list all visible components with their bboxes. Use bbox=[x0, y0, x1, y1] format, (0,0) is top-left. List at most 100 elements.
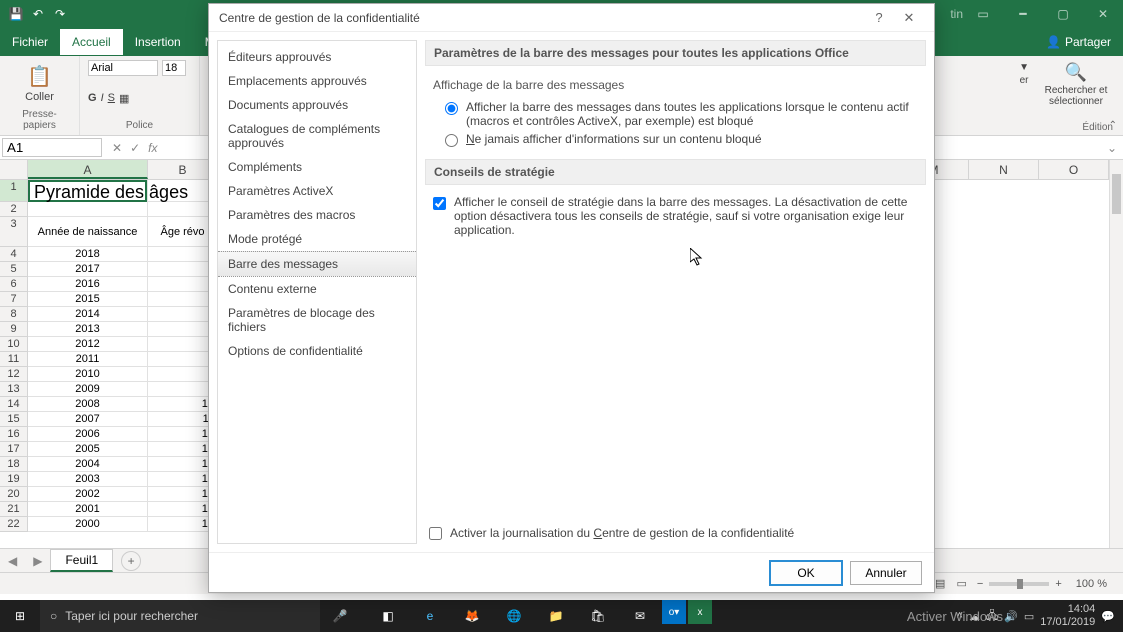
cancel-formula-icon[interactable]: ✕ bbox=[112, 141, 122, 155]
cell-a1-title[interactable]: Pyramide des âges bbox=[28, 180, 147, 202]
row-header[interactable]: 1 bbox=[0, 180, 27, 202]
col-header[interactable]: A bbox=[28, 160, 148, 179]
cell[interactable]: 2010 bbox=[28, 367, 148, 382]
cell[interactable]: 2016 bbox=[28, 277, 148, 292]
font-name-input[interactable] bbox=[88, 60, 158, 76]
cell[interactable]: Année de naissance bbox=[28, 217, 148, 247]
bold-button[interactable]: G bbox=[88, 92, 97, 104]
row-header[interactable]: 14 bbox=[0, 397, 27, 412]
row-header[interactable]: 22 bbox=[0, 517, 27, 532]
undo-icon[interactable]: ↶ bbox=[30, 6, 46, 22]
cell[interactable]: 2012 bbox=[28, 337, 148, 352]
sidebar-item[interactable]: Contenu externe bbox=[218, 277, 416, 301]
check-logging[interactable]: Activer la journalisation du Centre de g… bbox=[425, 518, 926, 544]
enter-formula-icon[interactable]: ✓ bbox=[130, 141, 140, 155]
cell[interactable]: 2002 bbox=[28, 487, 148, 502]
radio-never-show-input[interactable] bbox=[445, 134, 458, 147]
row-header[interactable]: 18 bbox=[0, 457, 27, 472]
ribbon-options-icon[interactable]: ▭ bbox=[963, 0, 1003, 28]
name-box[interactable] bbox=[2, 138, 102, 157]
chrome-icon[interactable]: 🌐 bbox=[494, 600, 534, 632]
cell[interactable]: 2006 bbox=[28, 427, 148, 442]
store-icon[interactable]: 🛍 bbox=[578, 600, 618, 632]
row-header[interactable]: 13 bbox=[0, 382, 27, 397]
tray-clock[interactable]: 14:04 17/01/2019 bbox=[1040, 603, 1095, 629]
underline-button[interactable]: S bbox=[108, 92, 115, 104]
cell[interactable]: 2004 bbox=[28, 457, 148, 472]
radio-show-bar-input[interactable] bbox=[445, 102, 458, 115]
zoom-out-button[interactable]: − bbox=[971, 578, 989, 590]
fx-icon[interactable]: fx bbox=[148, 141, 157, 155]
check-policy-tips-input[interactable] bbox=[433, 197, 446, 210]
tray-volume-icon[interactable]: 🔊 bbox=[1004, 610, 1018, 623]
cell[interactable]: 2013 bbox=[28, 322, 148, 337]
cell[interactable]: 2011 bbox=[28, 352, 148, 367]
cell[interactable]: 2008 bbox=[28, 397, 148, 412]
tray-network-icon[interactable]: 🖧 bbox=[986, 607, 998, 626]
maximize-icon[interactable]: ▢ bbox=[1043, 0, 1083, 28]
radio-never-show[interactable]: NNe jamais afficher d'informations sur u… bbox=[425, 130, 926, 149]
add-sheet-button[interactable]: + bbox=[121, 551, 141, 571]
minimize-icon[interactable]: ━ bbox=[1003, 0, 1043, 28]
tray-lang-icon[interactable]: ▭ bbox=[1024, 610, 1034, 623]
cell[interactable] bbox=[28, 202, 148, 217]
outlook-icon[interactable]: o▾ bbox=[662, 600, 686, 624]
row-header[interactable]: 12 bbox=[0, 367, 27, 382]
redo-icon[interactable]: ↷ bbox=[52, 6, 68, 22]
radio-show-bar[interactable]: Afficher la barre des messages dans tout… bbox=[425, 98, 926, 130]
view-pagebreak-icon[interactable]: ▭ bbox=[953, 578, 971, 590]
cell[interactable]: 2014 bbox=[28, 307, 148, 322]
cell[interactable]: 2005 bbox=[28, 442, 148, 457]
check-policy-tips[interactable]: Afficher le conseil de stratégie dans la… bbox=[425, 193, 926, 239]
sidebar-item[interactable]: Mode protégé bbox=[218, 227, 416, 251]
row-header[interactable]: 2 bbox=[0, 202, 27, 217]
sidebar-item[interactable]: Paramètres ActiveX bbox=[218, 179, 416, 203]
mic-icon[interactable]: 🎤 bbox=[320, 609, 360, 623]
font-size-input[interactable] bbox=[162, 60, 186, 76]
sidebar-item[interactable]: Emplacements approuvés bbox=[218, 69, 416, 93]
sidebar-item[interactable]: Barre des messages bbox=[218, 251, 416, 277]
row-header[interactable]: 9 bbox=[0, 322, 27, 337]
file-explorer-icon[interactable]: 📁 bbox=[536, 600, 576, 632]
help-button[interactable]: ? bbox=[864, 10, 894, 25]
tab-fichier[interactable]: Fichier bbox=[0, 29, 60, 55]
sheet-nav-prev[interactable]: ◀ bbox=[0, 554, 25, 568]
find-select-button[interactable]: 🔍 Rechercher et sélectionner bbox=[1041, 62, 1111, 129]
cell[interactable]: 2000 bbox=[28, 517, 148, 532]
tray-up-icon[interactable]: ˄ bbox=[956, 610, 962, 622]
sidebar-item[interactable]: Paramètres des macros bbox=[218, 203, 416, 227]
tab-accueil[interactable]: Accueil bbox=[60, 29, 123, 55]
row-header[interactable]: 11 bbox=[0, 352, 27, 367]
expand-formula-icon[interactable]: ⌄ bbox=[1101, 141, 1123, 155]
row-header[interactable]: 19 bbox=[0, 472, 27, 487]
check-logging-input[interactable] bbox=[429, 527, 442, 540]
zoom-slider[interactable] bbox=[989, 582, 1049, 586]
sidebar-item[interactable]: Compléments bbox=[218, 155, 416, 179]
row-header[interactable]: 4 bbox=[0, 247, 27, 262]
tab-insertion[interactable]: Insertion bbox=[123, 29, 193, 55]
cell[interactable]: 2001 bbox=[28, 502, 148, 517]
ok-button[interactable]: OK bbox=[770, 561, 842, 585]
row-header[interactable]: 3 bbox=[0, 217, 27, 247]
cell[interactable]: 2015 bbox=[28, 292, 148, 307]
sheet-nav-next[interactable]: ▶ bbox=[25, 554, 50, 568]
taskbar-search[interactable]: ○ Taper ici pour rechercher bbox=[40, 600, 320, 632]
dialog-close-button[interactable]: ✕ bbox=[894, 10, 924, 26]
start-button[interactable]: ⊞ bbox=[0, 609, 40, 623]
close-icon[interactable]: ✕ bbox=[1083, 0, 1123, 28]
zoom-level[interactable]: 100 % bbox=[1068, 578, 1115, 590]
row-header[interactable]: 16 bbox=[0, 427, 27, 442]
border-button[interactable]: ▦ bbox=[119, 92, 129, 105]
edge-icon[interactable]: e bbox=[410, 600, 450, 632]
cell[interactable]: 2017 bbox=[28, 262, 148, 277]
cell[interactable]: 2018 bbox=[28, 247, 148, 262]
sidebar-item[interactable]: Paramètres de blocage des fichiers bbox=[218, 301, 416, 339]
cancel-button[interactable]: Annuler bbox=[850, 561, 922, 585]
cell[interactable]: 2007 bbox=[28, 412, 148, 427]
italic-button[interactable]: I bbox=[101, 92, 104, 104]
sidebar-item[interactable]: Éditeurs approuvés bbox=[218, 45, 416, 69]
row-header[interactable]: 15 bbox=[0, 412, 27, 427]
row-header[interactable]: 8 bbox=[0, 307, 27, 322]
select-all-corner[interactable] bbox=[0, 160, 28, 179]
save-icon[interactable]: 💾 bbox=[8, 6, 24, 22]
